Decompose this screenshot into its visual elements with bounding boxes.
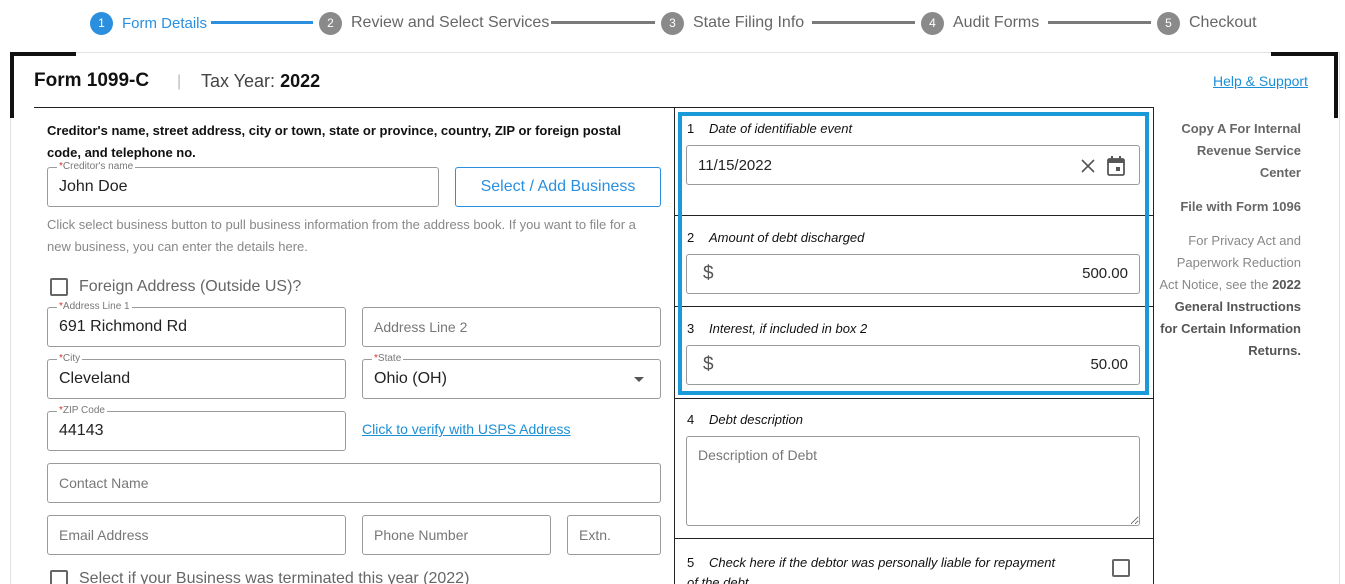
state-select[interactable]: *State Ohio (OH) (362, 353, 661, 399)
step-form-details[interactable]: 1 Form Details (90, 11, 207, 35)
progress-stepper: 1 Form Details 2 Review and Select Servi… (0, 0, 1345, 46)
phone-placeholder: Phone Number (374, 527, 469, 543)
form-title: Form 1099-C (34, 70, 150, 91)
address-line2-field[interactable]: Address Line 2 (362, 307, 661, 347)
creditor-heading: Creditor's name, street address, city or… (47, 123, 622, 160)
privacy-notice-text: For Privacy Act and Paperwork Reduction … (1159, 233, 1301, 358)
business-terminated-checkbox[interactable] (50, 570, 68, 584)
column-divider-right (1153, 107, 1154, 584)
foreign-address-checkbox[interactable] (50, 278, 68, 296)
currency-symbol: $ (703, 354, 714, 375)
business-terminated-checkbox-row[interactable]: Select if your Business was terminated t… (50, 570, 469, 584)
help-support-link[interactable]: Help & Support (1213, 73, 1308, 89)
step-connector (1048, 21, 1151, 24)
email-placeholder: Email Address (59, 527, 149, 543)
zip-code-field[interactable]: *ZIP Code 44143 (47, 405, 346, 451)
city-value: Cleveland (59, 370, 131, 387)
phone-extension-field[interactable]: Extn. (567, 515, 661, 555)
step-label: Audit Forms (953, 14, 1040, 31)
copy-a-text: Copy A For Internal Revenue Service Cent… (1181, 121, 1301, 180)
step-audit-forms[interactable]: 4 Audit Forms (921, 11, 1039, 35)
foreign-address-label: Foreign Address (Outside US)? (79, 278, 302, 295)
debt-amount-value: 500.00 (1082, 265, 1128, 282)
form-top-border (34, 107, 1153, 108)
phone-extension-placeholder: Extn. (579, 527, 611, 543)
box1-label: 1 Date of identifiable event (687, 121, 853, 136)
step-state-filing[interactable]: 3 State Filing Info (661, 11, 804, 35)
step-number: 5 (1157, 11, 1180, 35)
personally-liable-checkbox[interactable] (1112, 559, 1130, 577)
step-label: Form Details (122, 14, 208, 32)
debt-description-textarea[interactable] (686, 436, 1140, 526)
step-number: 3 (661, 11, 684, 35)
address-line1-field[interactable]: *Address Line 1 691 Richmond Rd (47, 301, 346, 347)
box4-label: 4 Debt description (687, 412, 803, 427)
contact-name-placeholder: Contact Name (59, 475, 149, 491)
title-separator: | (177, 73, 182, 90)
tax-year-value: 2022 (280, 71, 321, 91)
step-number: 4 (921, 11, 944, 35)
box5-label: 5 Check here if the debtor was personally… (687, 555, 1056, 584)
box-divider (674, 398, 1153, 399)
creditor-name-field[interactable]: *Creditor's name John Doe (47, 161, 439, 207)
interest-amount-value: 50.00 (1090, 356, 1128, 373)
step-label: State Filing Info (693, 14, 805, 31)
state-value: Ohio (OH) (374, 370, 447, 387)
box2-label: 2 Amount of debt discharged (687, 230, 865, 245)
step-connector (551, 21, 655, 24)
step-number: 1 (90, 11, 113, 35)
step-number: 2 (319, 11, 342, 35)
step-checkout[interactable]: 5 Checkout (1157, 11, 1257, 35)
tax-year-label: Tax Year: (201, 71, 276, 91)
date-of-event-field[interactable]: 11/15/2022 (686, 145, 1140, 185)
creditor-name-value: John Doe (59, 178, 128, 195)
step-connector (812, 21, 915, 24)
step-label: Review and Select Services (351, 14, 550, 31)
foreign-address-checkbox-row[interactable]: Foreign Address (Outside US)? (50, 278, 301, 296)
column-divider-left (674, 107, 675, 584)
address-line1-value: 691 Richmond Rd (59, 318, 188, 335)
phone-field[interactable]: Phone Number (362, 515, 551, 555)
tax-year: Tax Year: 2022 (201, 71, 320, 92)
step-review-services[interactable]: 2 Review and Select Services (319, 11, 549, 35)
currency-symbol: $ (703, 263, 714, 284)
business-terminated-label: Select if your Business was terminated t… (79, 570, 470, 584)
calendar-icon[interactable] (1107, 156, 1125, 176)
contact-name-field[interactable]: Contact Name (47, 463, 661, 503)
verify-usps-link[interactable]: Click to verify with USPS Address (362, 421, 571, 437)
box-divider (674, 538, 1153, 539)
step-label: Checkout (1189, 14, 1257, 31)
address-line2-placeholder: Address Line 2 (374, 319, 468, 335)
address-help-text: Click select business button to pull bus… (47, 217, 636, 254)
box3-label: 3 Interest, if included in box 2 (687, 321, 868, 336)
date-of-event-value: 11/15/2022 (698, 156, 772, 174)
step-connector (211, 21, 313, 24)
zip-code-value: 44143 (59, 422, 104, 439)
email-field[interactable]: Email Address (47, 515, 346, 555)
clear-icon[interactable] (1081, 159, 1095, 173)
select-add-business-button[interactable]: Select / Add Business (455, 167, 661, 207)
city-field[interactable]: *City Cleveland (47, 353, 346, 399)
chevron-down-icon[interactable] (634, 377, 644, 382)
file-with-text: File with Form 1096 (1180, 199, 1301, 214)
